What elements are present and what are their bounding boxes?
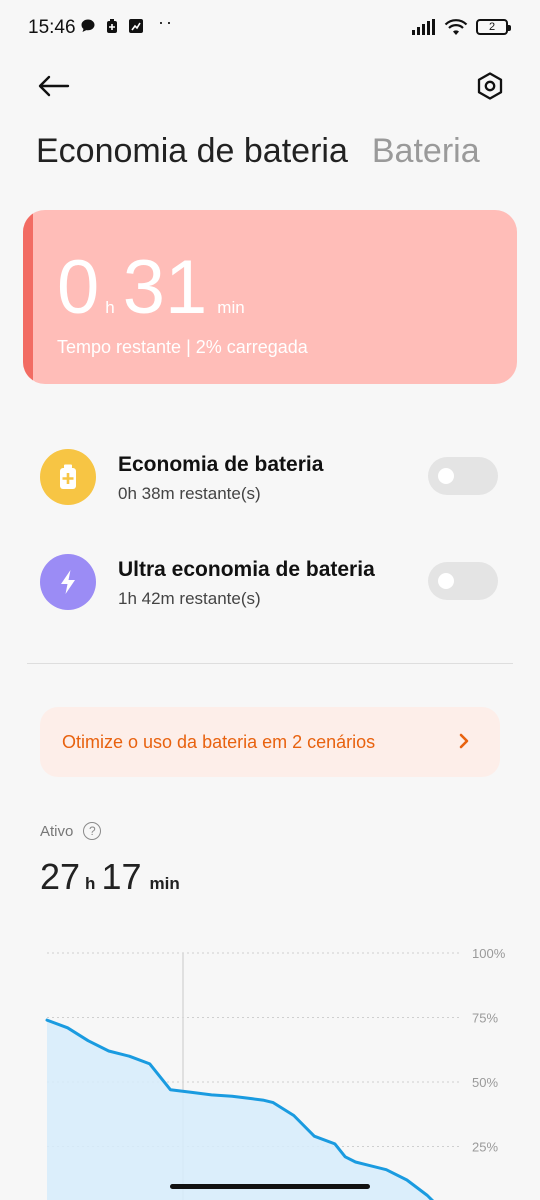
more-notifications-dots: ·· (158, 12, 174, 32)
battery-level: 2 (488, 21, 496, 33)
tab-economia-de-bateria[interactable]: Economia de bateria (36, 132, 348, 171)
battery-saver-subtitle: 0h 38m restante(s) (118, 484, 261, 503)
home-indicator[interactable] (170, 1184, 370, 1189)
wifi-icon (444, 19, 468, 35)
system-icons: 2 (412, 18, 511, 36)
battery-saver-toggle[interactable] (428, 457, 498, 495)
hexagon-settings-icon (477, 72, 503, 100)
ultra-battery-saver-subtitle: 1h 42m restante(s) (118, 589, 261, 608)
active-minutes-unit: min (149, 874, 180, 893)
tab-bar: Economia de bateria Bateria (36, 132, 480, 171)
y-tick-label: 50% (472, 1075, 498, 1090)
cast-icon (129, 19, 143, 33)
remaining-hours: 0 (57, 245, 100, 330)
battery-plus-icon (40, 449, 96, 505)
toggle-knob (438, 468, 454, 484)
toggle-knob (438, 573, 454, 589)
lightning-icon (40, 554, 96, 610)
battery-level-chart: 100% 75% 50% 25% (45, 946, 506, 1200)
section-divider (27, 663, 513, 664)
notification-icons (80, 18, 144, 34)
optimize-banner[interactable]: Otimize o uso da bateria em 2 cenários (40, 707, 500, 777)
minutes-unit: min (217, 298, 245, 317)
card-accent-stripe (23, 210, 33, 384)
hours-unit: h (105, 298, 115, 317)
remaining-subtitle: Tempo restante | 2% carregada (57, 337, 308, 357)
battery-area-fill (47, 1020, 448, 1200)
arrow-left-icon (38, 75, 70, 97)
tab-bateria[interactable]: Bateria (372, 132, 480, 171)
back-button[interactable] (34, 66, 74, 106)
ultra-battery-saver-title: Ultra economia de bateria (118, 558, 375, 581)
active-time: 27 h 17 min (40, 856, 186, 898)
active-hours: 27 (40, 856, 81, 897)
status-bar: 15:46 ·· 2 (0, 0, 540, 58)
battery-remaining-card: 0 h 31 min Tempo restante | 2% carregada (23, 210, 517, 384)
signal-icon (412, 19, 435, 35)
battery-icon: 2 (476, 19, 511, 35)
remaining-time: 0 h 31 min (57, 250, 253, 326)
y-tick-label: 75% (472, 1011, 498, 1026)
y-tick-label: 25% (472, 1140, 498, 1155)
ultra-battery-saver-row[interactable]: Ultra economia de bateria 1h 42m restant… (40, 554, 500, 614)
settings-button[interactable] (468, 64, 512, 108)
active-minutes: 17 (101, 856, 142, 897)
optimize-text: Otimize o uso da bateria em 2 cenários (62, 732, 376, 752)
ultra-battery-saver-toggle[interactable] (428, 562, 498, 600)
active-label: Ativo (40, 822, 74, 840)
chat-bubble-icon (81, 19, 95, 32)
active-hours-unit: h (85, 874, 96, 893)
chevron-right-icon (459, 733, 469, 749)
status-time: 15:46 (28, 17, 76, 38)
battery-saver-row[interactable]: Economia de bateria 0h 38m restante(s) (40, 449, 500, 509)
active-label-row: Ativo ? (40, 822, 102, 840)
help-icon[interactable]: ? (83, 822, 102, 840)
battery-saver-title: Economia de bateria (118, 453, 324, 476)
remaining-minutes: 31 (122, 245, 208, 330)
battery-saver-notif-icon (107, 19, 117, 33)
y-tick-label: 100% (472, 946, 506, 961)
